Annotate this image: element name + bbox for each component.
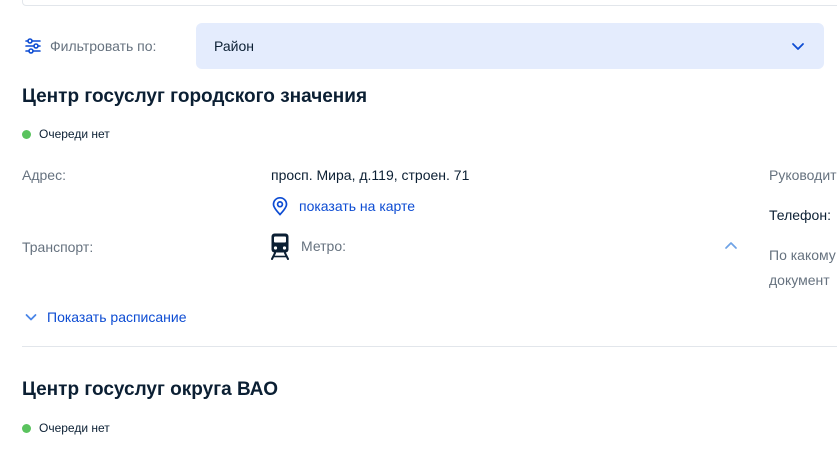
- head-label: Руководит: [769, 167, 837, 183]
- filter-label: Фильтровать по:: [50, 38, 157, 54]
- district-filter-value: Район: [214, 38, 254, 54]
- address-value: просп. Мира, д.119, строен. 71: [271, 167, 470, 183]
- sliders-icon: [24, 37, 42, 55]
- metro-label: Метро:: [301, 238, 347, 254]
- metro-row: Метро:: [270, 232, 346, 260]
- chevron-down-icon: [24, 310, 38, 324]
- train-icon: [270, 232, 290, 260]
- chevron-up-icon: [723, 238, 739, 254]
- queue-status: Очереди нет: [22, 127, 110, 141]
- transport-label: Транспорт:: [22, 239, 94, 255]
- phone-label: Телефон:: [769, 207, 831, 223]
- question-label-line2: документ: [769, 272, 830, 288]
- map-pin-icon: [271, 196, 289, 216]
- queue-status-text: Очереди нет: [39, 421, 110, 435]
- status-dot-icon: [22, 129, 31, 139]
- center-title: Центр госуслуг городского значения: [22, 86, 368, 107]
- queue-status: Очереди нет: [22, 421, 110, 435]
- metro-collapse-toggle[interactable]: [723, 238, 739, 254]
- center-title: Центр госуслуг округа ВАО: [22, 379, 278, 400]
- show-schedule-text: Показать расписание: [47, 309, 187, 325]
- show-on-map-text: показать на карте: [299, 198, 416, 214]
- show-on-map-link[interactable]: показать на карте: [271, 196, 415, 216]
- status-dot-icon: [22, 423, 31, 433]
- section-divider: [22, 346, 837, 347]
- queue-status-text: Очереди нет: [39, 127, 110, 141]
- show-schedule-toggle[interactable]: Показать расписание: [24, 309, 187, 325]
- previous-card-edge: [22, 0, 837, 6]
- filter-row: Фильтровать по:: [24, 23, 156, 69]
- chevron-down-icon: [790, 38, 806, 54]
- question-label-line1: По какому: [769, 247, 836, 263]
- district-filter-select[interactable]: Район: [196, 23, 824, 69]
- address-label: Адрес:: [22, 167, 66, 183]
